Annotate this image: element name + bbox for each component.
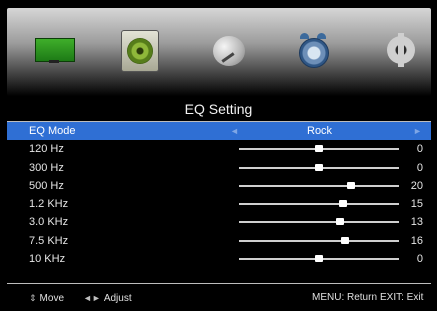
speaker-cone-shape — [127, 38, 153, 64]
eq-band-label: 3.0 KHz — [29, 216, 69, 229]
eq-settings-list: EQ Mode ◄ Rock ► 120 Hz 0 300 Hz 0 500 Hz 20 1… — [7, 122, 431, 268]
page-title: EQ Setting — [184, 101, 253, 117]
eq-band-label: 500 Hz — [29, 179, 64, 192]
eq-band-label: 7.5 KHz — [29, 234, 69, 247]
picture-tv-icon[interactable] — [35, 38, 75, 63]
setup-gear-icon[interactable] — [387, 33, 415, 67]
eq-band-slider-handle[interactable] — [347, 181, 355, 189]
adjust-hint: ◄► Adjust — [83, 290, 132, 307]
eq-band-row[interactable]: 120 Hz 0 — [7, 140, 431, 158]
move-hint-label: Move — [39, 293, 64, 304]
eq-band-row[interactable]: 300 Hz 0 — [7, 159, 431, 177]
eq-band-label: 300 Hz — [29, 161, 64, 174]
gear-tooth-shape — [398, 33, 404, 67]
eq-band-value: 20 — [410, 179, 423, 192]
eq-band-row[interactable]: 7.5 KHz 16 — [7, 232, 431, 250]
updown-arrows-icon: ⇕ — [29, 293, 37, 303]
tv-osd-menu: EQ Setting EQ Mode ◄ Rock ► 120 Hz 0 300 H… — [0, 0, 437, 311]
eq-band-slider[interactable] — [239, 145, 399, 153]
eq-band-slider-handle[interactable] — [315, 163, 323, 171]
dish-arm-shape — [221, 52, 235, 63]
tv-screen-shape — [35, 38, 75, 62]
eq-band-label: 120 Hz — [29, 143, 64, 156]
eq-band-label: 10 KHz — [29, 253, 66, 266]
eq-band-row[interactable]: 3.0 KHz 13 — [7, 213, 431, 231]
time-clock-icon[interactable] — [298, 33, 329, 68]
eq-band-value: 0 — [416, 253, 423, 266]
eq-band-value: 0 — [416, 161, 423, 174]
eq-band-row[interactable]: 1.2 KHz 15 — [7, 195, 431, 213]
eq-band-slider[interactable] — [239, 181, 399, 189]
eq-mode-value: Rock — [307, 125, 333, 137]
tv-stand-shape — [49, 60, 59, 63]
adjust-hint-label: Adjust — [103, 293, 132, 304]
eq-band-value: 13 — [410, 216, 423, 229]
eq-band-row[interactable]: 10 KHz 0 — [7, 250, 431, 268]
eq-band-slider-handle[interactable] — [315, 255, 323, 263]
eq-band-label: 1.2 KHz — [29, 198, 69, 211]
eq-band-slider-handle[interactable] — [315, 145, 323, 153]
eq-band-value: 16 — [410, 234, 423, 247]
footer-hints: ⇕ Move ◄► Adjust MENU: Return EXIT: Exit — [7, 290, 431, 306]
eq-band-slider-handle[interactable] — [339, 200, 347, 208]
move-hint: ⇕ Move — [29, 290, 64, 307]
eq-band-slider[interactable] — [239, 218, 399, 226]
menu-icon-bar — [7, 8, 431, 96]
eq-band-slider[interactable] — [239, 255, 399, 263]
eq-band-row[interactable]: 500 Hz 20 — [7, 177, 431, 195]
eq-band-slider[interactable] — [239, 200, 399, 208]
footer-divider — [7, 283, 431, 284]
eq-band-value: 15 — [410, 198, 423, 211]
leftright-arrows-icon: ◄► — [83, 293, 101, 303]
eq-mode-left-arrow-icon[interactable]: ◄ — [230, 122, 239, 140]
clock-face-shape — [299, 38, 329, 68]
eq-mode-right-arrow-icon[interactable]: ► — [413, 122, 422, 140]
menu-return-hint: MENU: Return — [312, 292, 378, 303]
eq-mode-row[interactable]: EQ Mode ◄ Rock ► — [7, 122, 431, 141]
eq-band-slider[interactable] — [239, 236, 399, 244]
eq-mode-label: EQ Mode — [29, 125, 76, 137]
eq-band-value: 0 — [416, 143, 423, 156]
exit-hint: EXIT: Exit — [380, 292, 424, 303]
eq-band-slider-handle[interactable] — [340, 236, 349, 244]
channel-dish-icon[interactable] — [213, 36, 245, 66]
eq-band-slider-handle[interactable] — [335, 218, 344, 226]
eq-band-slider[interactable] — [239, 163, 399, 171]
sound-speaker-icon[interactable] — [121, 30, 159, 72]
